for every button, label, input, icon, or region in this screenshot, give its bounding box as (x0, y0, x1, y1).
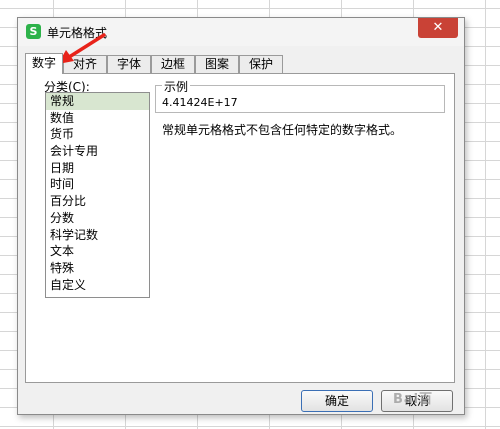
format-description: 常规单元格格式不包含任何特定的数字格式。 (162, 123, 403, 137)
list-item[interactable]: 会计专用 (46, 143, 149, 160)
ok-button[interactable]: 确定 (301, 390, 373, 412)
tab-font[interactable]: 字体 (107, 55, 151, 73)
sample-value: 4.41424E+17 (162, 96, 238, 109)
close-button[interactable]: ✕ (418, 18, 458, 38)
tab-alignment[interactable]: 对齐 (63, 55, 107, 73)
list-item[interactable]: 货币 (46, 126, 149, 143)
tab-number[interactable]: 数字 (25, 53, 63, 74)
list-item[interactable]: 常规 (46, 93, 149, 110)
wps-logo-icon: S (26, 24, 41, 39)
category-list[interactable]: 常规 数值 货币 会计专用 日期 时间 百分比 分数 科学记数 文本 特殊 自定… (45, 92, 150, 298)
list-item[interactable]: 时间 (46, 176, 149, 193)
tab-border[interactable]: 边框 (151, 55, 195, 73)
list-item[interactable]: 分数 (46, 210, 149, 227)
title-bar[interactable]: S 单元格格式 ✕ (18, 18, 464, 46)
dialog-title: 单元格格式 (47, 26, 108, 40)
list-item[interactable]: 特殊 (46, 260, 149, 277)
list-item[interactable]: 科学记数 (46, 227, 149, 244)
list-item[interactable]: 自定义 (46, 277, 149, 294)
list-item[interactable]: 百分比 (46, 193, 149, 210)
watermark: Bai百 (393, 392, 434, 407)
list-item[interactable]: 文本 (46, 243, 149, 260)
tab-protection[interactable]: 保护 (239, 55, 283, 73)
list-item[interactable]: 日期 (46, 160, 149, 177)
tab-pattern[interactable]: 图案 (195, 55, 239, 73)
list-item[interactable]: 数值 (46, 110, 149, 127)
sample-label: 示例 (162, 78, 191, 95)
